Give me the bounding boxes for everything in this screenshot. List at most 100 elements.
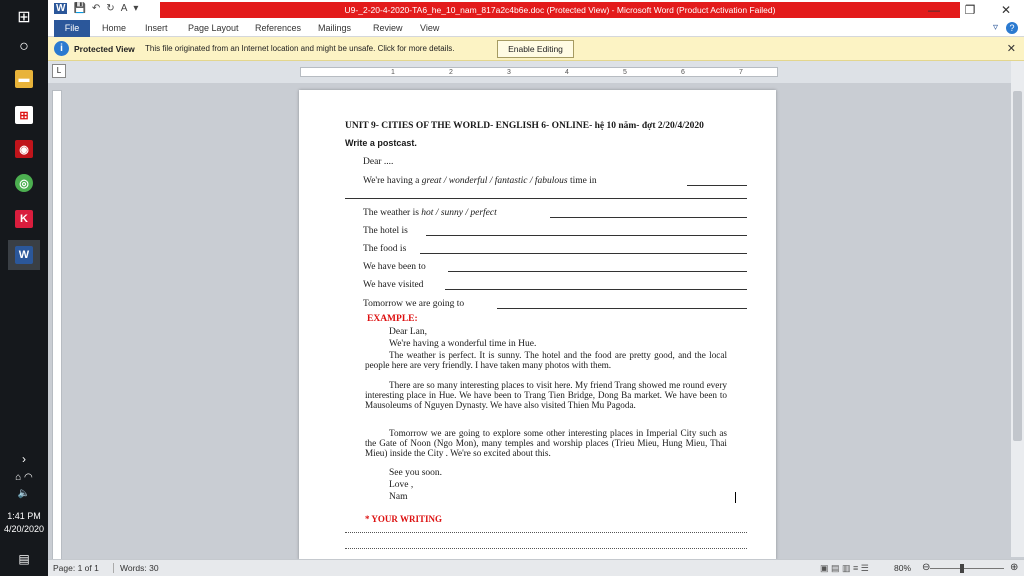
customize-qat-icon[interactable]: ▾ bbox=[133, 3, 138, 14]
tomorrow-line: Tomorrow we are going to bbox=[363, 299, 465, 309]
windows-start-icon[interactable]: ⊞ bbox=[8, 2, 40, 32]
visited-line: We have visited bbox=[363, 280, 424, 290]
tab-home[interactable]: Home bbox=[102, 20, 126, 37]
tab-page-layout[interactable]: Page Layout bbox=[188, 20, 239, 37]
word-count[interactable]: Words: 30 bbox=[113, 563, 159, 573]
weather-options: hot / sunny / perfect bbox=[421, 208, 497, 218]
info-icon: i bbox=[54, 41, 69, 56]
document-body[interactable]: UNIT 9- CITIES OF THE WORLD- ENGLISH 6- … bbox=[299, 90, 776, 560]
writing-line bbox=[345, 548, 747, 549]
dear-line: Dear .... bbox=[363, 157, 394, 167]
answer-blank bbox=[445, 289, 747, 290]
answer-blank bbox=[687, 185, 747, 186]
answer-blank bbox=[420, 253, 747, 254]
example-paragraph-3: Tomorrow we are going to explore some ot… bbox=[365, 428, 727, 458]
game-icon[interactable]: ◉ bbox=[8, 134, 40, 164]
app-icon[interactable]: ⊞ bbox=[8, 100, 40, 130]
document-heading: UNIT 9- CITIES OF THE WORLD- ENGLISH 6- … bbox=[345, 121, 704, 131]
word-taskbar-icon[interactable]: W bbox=[8, 240, 40, 270]
view-mode-icons[interactable]: ▣ ▤ ▥ ≡ ☰ bbox=[820, 563, 869, 574]
food-line: The food is bbox=[363, 244, 407, 254]
protected-view-title: Protected View bbox=[74, 44, 135, 54]
example-closing: See you soon. bbox=[389, 468, 443, 478]
notification-icon[interactable]: ▤ bbox=[8, 544, 40, 574]
zoom-level[interactable]: 80% bbox=[894, 563, 911, 573]
answer-blank bbox=[345, 198, 747, 199]
example-having: We're having a wonderful time in Hue. bbox=[389, 339, 537, 349]
been-to-line: We have been to bbox=[363, 262, 426, 272]
vertical-scrollbar[interactable] bbox=[1011, 61, 1024, 557]
enable-editing-button[interactable]: Enable Editing bbox=[497, 40, 574, 58]
expand-ribbon-icon[interactable]: ▿ bbox=[993, 22, 998, 34]
vertical-ruler[interactable] bbox=[52, 90, 62, 560]
having-suffix: time in bbox=[569, 176, 597, 186]
redo-icon[interactable]: ↻ bbox=[106, 3, 114, 14]
cortana-icon[interactable]: ○ bbox=[8, 32, 40, 62]
tab-references[interactable]: References bbox=[255, 20, 301, 37]
tab-selector-icon[interactable]: L bbox=[52, 64, 66, 78]
zoom-slider-knob[interactable] bbox=[960, 564, 964, 573]
title-bar: W 💾 ↶ ↻ A ▾ U9-_2-20-4-2020-TA6_he_10_na… bbox=[48, 0, 1024, 20]
scrollbar-thumb[interactable] bbox=[1013, 91, 1022, 441]
weather-prefix: The weather is bbox=[363, 208, 419, 218]
tab-file[interactable]: File bbox=[54, 20, 90, 37]
having-line: We're having a great / wonderful / fanta… bbox=[363, 176, 597, 186]
your-writing-label: * YOUR WRITING bbox=[365, 514, 443, 524]
zoom-in-icon[interactable]: ⊕ bbox=[1010, 562, 1018, 573]
instruction-text: Write a postcast. bbox=[345, 138, 417, 148]
having-options: great / wonderful / fantastic / fabulous bbox=[421, 176, 568, 186]
protected-view-message[interactable]: This file originated from an Internet lo… bbox=[145, 44, 455, 53]
ruler-mark: 4 bbox=[565, 69, 569, 76]
horizontal-ruler[interactable]: 1 2 3 4 5 6 7 bbox=[300, 67, 778, 77]
ruler-mark: 5 bbox=[623, 69, 627, 76]
help-icon[interactable]: ? bbox=[1006, 22, 1018, 34]
document-page[interactable]: UNIT 9- CITIES OF THE WORLD- ENGLISH 6- … bbox=[299, 90, 776, 560]
ruler-mark: 6 bbox=[681, 69, 685, 76]
ruler-mark: 7 bbox=[739, 69, 743, 76]
undo-icon[interactable]: ↶ bbox=[92, 3, 100, 14]
ruler-row: L 1 2 3 4 5 6 7 bbox=[48, 61, 1024, 83]
hotel-line: The hotel is bbox=[363, 226, 408, 236]
weather-line: The weather is hot / sunny / perfect bbox=[363, 208, 497, 218]
window-title: U9-_2-20-4-2020-TA6_he_10_nam_817a2c4b6e… bbox=[160, 2, 960, 18]
status-bar: Page: 1 of 1 Words: 30 ▣ ▤ ▥ ≡ ☰ 80% ⊖ ⊕ bbox=[48, 559, 1024, 576]
windows-taskbar: ⊞ ○ ▬ ⊞ ◉ ◎ K W › ⌂ ◠ 🔈 1:41 PM 4/20/202… bbox=[0, 0, 48, 576]
tab-mailings[interactable]: Mailings bbox=[318, 20, 351, 37]
restore-icon[interactable]: ❐ bbox=[952, 0, 988, 20]
volume-icon[interactable]: 🔈 bbox=[8, 478, 40, 508]
example-dear: Dear Lan, bbox=[389, 327, 427, 337]
example-name: Nam bbox=[389, 492, 408, 502]
close-icon[interactable]: ✕ bbox=[988, 0, 1024, 20]
text-cursor bbox=[735, 492, 736, 503]
example-label: EXAMPLE: bbox=[367, 314, 418, 324]
close-icon[interactable]: ✕ bbox=[1007, 42, 1016, 55]
kaspersky-icon[interactable]: K bbox=[8, 204, 40, 234]
browser-icon[interactable]: ◎ bbox=[8, 168, 40, 198]
answer-blank bbox=[497, 308, 747, 309]
ruler-mark: 2 bbox=[449, 69, 453, 76]
page-count[interactable]: Page: 1 of 1 bbox=[53, 563, 99, 573]
minimize-icon[interactable]: — bbox=[916, 0, 952, 20]
ribbon-tabs: File Home Insert Page Layout References … bbox=[48, 20, 1024, 37]
ruler-mark: 1 bbox=[391, 69, 395, 76]
tab-review[interactable]: Review bbox=[373, 20, 403, 37]
save-icon[interactable]: 💾 bbox=[73, 3, 85, 14]
answer-blank bbox=[550, 217, 747, 218]
answer-blank bbox=[426, 235, 747, 236]
tab-view[interactable]: View bbox=[420, 20, 439, 37]
protected-view-bar: i Protected View This file originated fr… bbox=[48, 37, 1024, 61]
font-color-icon[interactable]: A bbox=[121, 3, 128, 14]
having-prefix: We're having a bbox=[363, 176, 420, 186]
window-controls: — ❐ ✕ bbox=[916, 0, 1024, 20]
file-explorer-icon[interactable]: ▬ bbox=[8, 64, 40, 94]
tab-insert[interactable]: Insert bbox=[145, 20, 168, 37]
taskbar-time[interactable]: 1:41 PM bbox=[0, 510, 48, 523]
word-logo-icon: W bbox=[54, 3, 68, 14]
example-paragraph-2: There are so many interesting places to … bbox=[365, 380, 727, 410]
zoom-slider[interactable] bbox=[930, 568, 1004, 569]
quick-access-toolbar: W 💾 ↶ ↻ A ▾ bbox=[54, 3, 138, 14]
writing-line bbox=[345, 532, 747, 533]
taskbar-date[interactable]: 4/20/2020 bbox=[0, 523, 48, 536]
ruler-mark: 3 bbox=[507, 69, 511, 76]
answer-blank bbox=[448, 271, 747, 272]
